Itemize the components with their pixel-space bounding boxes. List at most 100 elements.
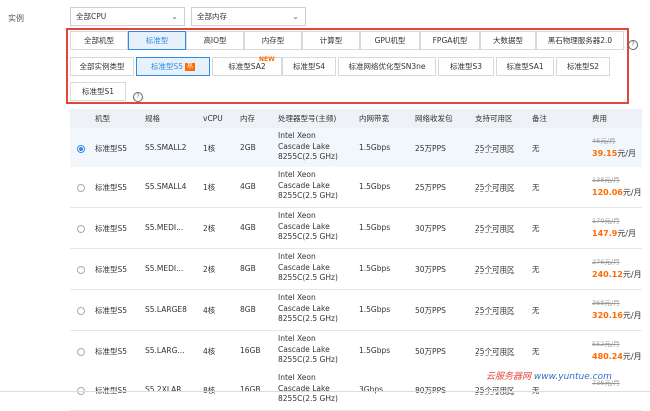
header-spec: 规格 — [145, 114, 160, 123]
cell-bandwidth: 3Gbps — [359, 385, 384, 394]
table-row[interactable]: 标准型S5 S5.LARGE8 4核 8GB 1.5Gbps 50万PPS 无 25个可用区 I… — [70, 290, 642, 331]
type-chip-s5[interactable]: 标准型S5 热 — [136, 57, 210, 76]
table-row[interactable]: 标准型S5 S5.SMALL4 1核 4GB 1.5Gbps 25万PPS 无 25个可用区 I… — [70, 167, 642, 208]
cell-zones-link[interactable]: 25个可用区 — [475, 182, 515, 193]
chevron-down-icon: ⌄ — [292, 12, 299, 21]
original-price: 46元/月 — [592, 137, 616, 145]
cell-note: 无 — [532, 306, 540, 315]
type-chip-s2[interactable]: 标准型S2 — [556, 57, 610, 76]
processor-line: Cascade Lake — [278, 344, 330, 354]
cell-spec: S5.LARG... — [145, 346, 185, 355]
cell-memory: 16GB — [240, 346, 261, 355]
cell-processor: Intel Xeon Cascade Lake 8255C(2.5 GHz) — [278, 252, 354, 284]
cell-spec: S5.MEDI... — [145, 223, 184, 232]
family-chip-bare-metal[interactable]: 黑石物理服务器2.0 — [536, 31, 624, 50]
cell-memory: 16GB — [240, 385, 261, 394]
price-unit: 元/月 — [622, 270, 642, 279]
row-radio[interactable] — [77, 348, 85, 356]
processor-line: Cascade Lake — [278, 383, 330, 393]
price-unit: 元/月 — [622, 352, 642, 361]
family-chip-fpga[interactable]: FPGA机型 — [420, 31, 480, 50]
scrollbar-track[interactable] — [0, 391, 650, 392]
row-radio[interactable] — [77, 184, 85, 192]
cell-processor: Intel Xeon Cascade Lake 8255C(2.5 GHz) — [278, 293, 354, 325]
type-chip-s1[interactable]: 标准型S1 — [70, 82, 126, 101]
cell-bandwidth: 1.5Gbps — [359, 346, 391, 355]
help-icon[interactable]: ? — [133, 92, 143, 102]
row-radio[interactable] — [77, 307, 85, 315]
cell-pps: 30万PPS — [415, 265, 446, 274]
processor-line: 8255C(2.5 GHz) — [278, 355, 338, 364]
cell-processor: Intel Xeon Cascade Lake 8255C(2.5 GHz) — [278, 131, 354, 163]
processor-line: Cascade Lake — [278, 180, 330, 190]
cpu-select-value: 全部CPU — [76, 12, 107, 21]
discount-price: 240.12元/月 — [592, 269, 642, 280]
price-value: 480.24 — [592, 352, 623, 361]
memory-select-value: 全部内存 — [197, 12, 227, 21]
cell-note: 无 — [532, 224, 540, 233]
cell-model: 标准型S5 — [95, 144, 128, 153]
table-row[interactable]: 标准型S5 S5.LARG... 4核 16GB 1.5Gbps 50万PPS 无 25个可用… — [70, 331, 642, 372]
cpu-select[interactable]: 全部CPU ⌄ — [70, 7, 185, 26]
cell-bandwidth: 1.5Gbps — [359, 223, 391, 232]
type-chip-s3[interactable]: 标准型S3 — [438, 57, 494, 76]
type-chip-s4[interactable]: 标准型S4 — [282, 57, 336, 76]
cell-pps: 25万PPS — [415, 144, 446, 153]
family-chip-big-data[interactable]: 大数据型 — [480, 31, 536, 50]
family-chip-memory[interactable]: 内存型 — [244, 31, 302, 50]
original-price: 368元/月 — [592, 299, 620, 307]
row-radio[interactable] — [77, 145, 85, 153]
family-chip-standard[interactable]: 标准型 — [128, 31, 186, 50]
family-chip-all[interactable]: 全部机型 — [70, 31, 128, 50]
table-row[interactable]: 标准型S5 S5.MEDI... 2核 8GB 1.5Gbps 30万PPS 无 25个可用区… — [70, 249, 642, 290]
cell-spec: S5.MEDI... — [145, 264, 184, 273]
type-chip-sn3ne[interactable]: 标准网络优化型SN3ne — [338, 57, 436, 76]
cell-memory: 2GB — [240, 143, 256, 152]
row-radio[interactable] — [77, 266, 85, 274]
type-chip-sa1[interactable]: 标准型SA1 — [496, 57, 554, 76]
type-chip-all[interactable]: 全部实例类型 — [70, 57, 134, 76]
cell-zones-link[interactable]: 25个可用区 — [475, 223, 515, 234]
processor-line: 8255C(2.5 GHz) — [278, 314, 338, 323]
processor-line: Intel Xeon — [278, 252, 316, 261]
family-chip-compute[interactable]: 计算型 — [302, 31, 360, 50]
memory-select[interactable]: 全部内存 ⌄ — [191, 7, 306, 26]
discount-price: 480.24元/月 — [592, 351, 642, 362]
header-vcpu: vCPU — [203, 114, 223, 123]
price-unit: 元/月 — [622, 311, 642, 320]
cell-vcpu: 2核 — [203, 265, 216, 274]
header-price: 费用 — [592, 114, 607, 123]
table-row[interactable]: 标准型S5 S5.SMALL2 1核 2GB 1.5Gbps 25万PPS 无 25个可用区 I… — [70, 128, 642, 169]
original-price: 138元/月 — [592, 176, 620, 184]
discount-price: 39.15元/月 — [592, 148, 636, 159]
cell-bandwidth: 1.5Gbps — [359, 182, 391, 191]
cell-zones-link[interactable]: 25个可用区 — [475, 143, 515, 154]
original-price: 170元/月 — [592, 217, 620, 225]
family-chip-high-io[interactable]: 高IO型 — [186, 31, 244, 50]
cell-zones-link[interactable]: 25个可用区 — [475, 264, 515, 275]
cell-zones-link[interactable]: 25个可用区 — [475, 346, 515, 357]
cell-model: 标准型S5 — [95, 224, 128, 233]
cell-zones-link[interactable]: 25个可用区 — [475, 305, 515, 316]
cell-note: 无 — [532, 347, 540, 356]
watermark-url: www.yuntue.com — [533, 372, 612, 382]
cell-pps: 25万PPS — [415, 183, 446, 192]
cell-pps: 50万PPS — [415, 306, 446, 315]
price-value: 320.16 — [592, 311, 623, 320]
hot-badge: 热 — [185, 63, 196, 71]
price-unit: 元/月 — [617, 229, 637, 238]
help-icon[interactable]: ? — [628, 40, 638, 50]
processor-line: 8255C(2.5 GHz) — [278, 273, 338, 282]
new-badge: NEW — [259, 56, 275, 63]
discount-price: 120.06元/月 — [592, 187, 642, 198]
cell-bandwidth: 1.5Gbps — [359, 305, 391, 314]
processor-line: 8255C(2.5 GHz) — [278, 152, 338, 161]
family-chip-gpu[interactable]: GPU机型 — [360, 31, 420, 50]
processor-line: Cascade Lake — [278, 141, 330, 151]
processor-line: Intel Xeon — [278, 373, 316, 382]
cell-model: 标准型S5 — [95, 265, 128, 274]
row-radio[interactable] — [77, 225, 85, 233]
cell-spec: S5.2XLAR... — [145, 385, 189, 394]
processor-line: Intel Xeon — [278, 293, 316, 302]
table-row[interactable]: 标准型S5 S5.MEDI... 2核 4GB 1.5Gbps 30万PPS 无 25个可用区… — [70, 208, 642, 249]
